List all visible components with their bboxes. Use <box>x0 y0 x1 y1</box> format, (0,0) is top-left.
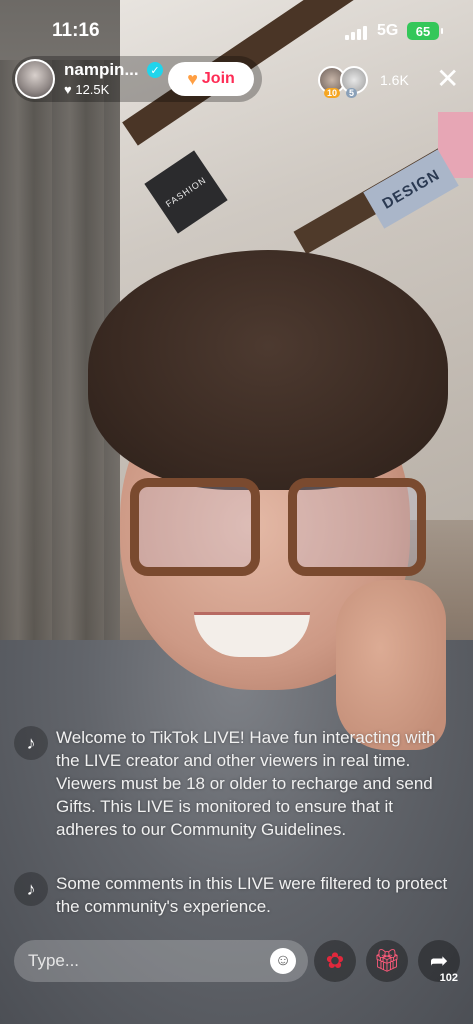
viewer-list[interactable]: 10 5 1.6K <box>318 64 409 98</box>
join-button[interactable]: ♥ Join <box>168 62 254 96</box>
status-time: 11:16 <box>52 20 100 41</box>
comment-text: Some comments in this LIVE were filtered… <box>56 874 448 916</box>
share-button[interactable]: ➦ 102 <box>418 940 460 984</box>
host-info[interactable]: nampin... ✓ ♥ 12.5K ♥ Join <box>12 56 262 102</box>
close-icon[interactable]: ✕ <box>436 65 459 93</box>
live-stream-view: FASHION DESIGN 11:16 5G 65 nampin... ✓ ♥… <box>0 0 473 1024</box>
join-heart-icon: ♥ <box>187 68 198 89</box>
share-count: 102 <box>439 972 458 984</box>
comment-text: Welcome to TikTok LIVE! Have fun interac… <box>56 728 436 839</box>
signal-icon <box>345 26 367 40</box>
bottom-bar: ☺ ✿ 🎁︎ ➦ 102 <box>0 940 473 986</box>
tiktok-logo-icon: ♪ <box>14 872 48 906</box>
glasses-lens-left <box>130 478 260 576</box>
viewer-count[interactable]: 1.6K <box>380 72 409 88</box>
status-bar: 11:16 5G 65 <box>0 0 473 60</box>
comment-item: ♪ Welcome to TikTok LIVE! Have fun inter… <box>14 726 456 841</box>
host-avatar[interactable] <box>15 59 55 99</box>
share-arrow-icon: ➦ <box>429 948 449 973</box>
likes-count: 12.5K <box>75 82 110 97</box>
network-label: 5G <box>377 22 399 39</box>
battery-icon: 65 <box>407 22 443 40</box>
comment-input[interactable] <box>14 940 308 982</box>
gift-box-icon: 🎁︎ <box>373 948 401 973</box>
streamer-hand <box>336 580 446 750</box>
rose-gift-icon: ✿ <box>325 948 345 973</box>
viewer-rank-badge: 5 <box>346 88 358 98</box>
glasses-lens-right <box>288 478 426 576</box>
viewer-avatar[interactable]: 5 <box>340 66 368 98</box>
gift-button[interactable]: 🎁︎ <box>366 940 408 982</box>
host-likes: ♥ 12.5K <box>64 82 110 97</box>
tiktok-logo-icon: ♪ <box>14 726 48 760</box>
join-label: Join <box>201 70 235 87</box>
host-name[interactable]: nampin... <box>64 60 139 80</box>
comment-item: ♪ Some comments in this LIVE were filter… <box>14 872 448 918</box>
verified-icon: ✓ <box>147 62 163 78</box>
viewer-rank-badge: 10 <box>324 88 341 98</box>
streamer-hair <box>88 250 448 490</box>
rose-gift-button[interactable]: ✿ <box>314 940 356 982</box>
emoji-icon[interactable]: ☺ <box>270 948 296 974</box>
